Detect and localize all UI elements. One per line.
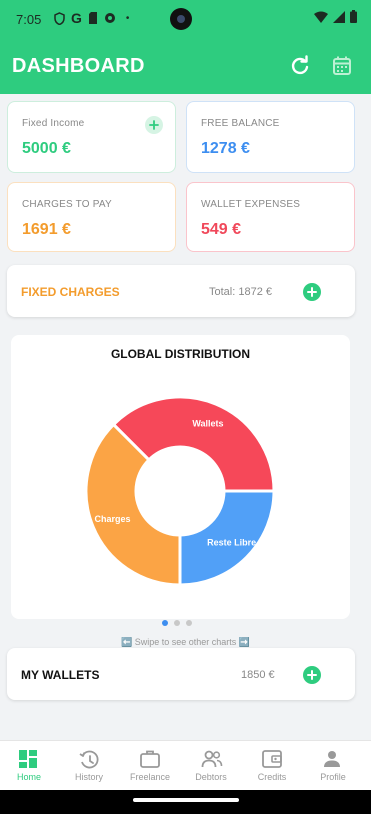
nav-label-freelance: Freelance [129,772,171,782]
nav-item-debtors[interactable]: Debtors [181,741,241,791]
android-icon [104,13,115,23]
refresh-icon [291,55,309,75]
nav-item-credits[interactable]: Credits [242,741,302,791]
free-balance-value: 1278 € [201,140,250,157]
page-dot[interactable] [162,620,168,626]
fixed-charges-row[interactable]: FIXED CHARGES Total: 1872 € [7,265,355,317]
status-dot: • [125,12,130,24]
free-balance-label: FREE BALANCE [201,118,280,129]
donut-label-charges: Charges [95,514,131,524]
nav-label-credits: Credits [257,772,287,782]
fixed-income-value: 5000 € [22,140,71,157]
add-fixed-charge-button[interactable] [303,283,321,301]
chart-pagination [162,620,192,626]
dashboard-icon [19,750,37,768]
wifi-icon [314,11,328,23]
bottom-navigation: Home History Freelance Debtors Credits P… [0,740,371,790]
plus-icon [307,670,317,680]
page-title: DASHBOARD [12,55,145,77]
charges-to-pay-value: 1691 € [22,221,71,238]
refresh-button[interactable] [288,54,312,78]
my-wallets-total: 1850 € [241,669,275,681]
my-wallets-title: MY WALLETS [21,668,100,682]
fixed-income-label: Fixed Income [22,118,85,129]
donut-label-reste-libre: Reste Libre [207,538,256,548]
nav-item-history[interactable]: History [59,741,119,791]
home-indicator[interactable] [133,798,239,802]
charges-to-pay-card[interactable]: CHARGES TO PAY 1691 € [7,182,176,252]
camera-cutout [170,8,192,30]
fixed-charges-total: Total: 1872 € [209,286,272,298]
nav-item-profile[interactable]: Profile [303,741,363,791]
nav-label-history: History [74,772,103,782]
status-system-icons [314,10,357,23]
person-icon [324,751,340,767]
sim-card-icon [88,12,97,24]
briefcase-icon [140,750,160,768]
app-screen: 7:05 G • DASHBOARD Fixed Income 5000 € F… [0,0,371,814]
nav-label-home: Home [16,772,41,782]
shield-icon [54,11,65,25]
status-time: 7:05 [16,12,42,27]
wallet-expenses-card[interactable]: WALLET EXPENSES 549 € [186,182,355,252]
status-bar: 7:05 G • [0,0,371,38]
donut-label-wallets: Wallets [192,419,223,429]
google-icon: G [71,10,82,26]
people-icon [201,750,223,768]
my-wallets-row[interactable]: MY WALLETS 1850 € [7,648,355,700]
plus-icon [149,120,159,130]
signal-icon [333,10,345,23]
wallet-expenses-label: WALLET EXPENSES [201,199,301,210]
add-wallet-button[interactable] [303,666,321,684]
nav-item-freelance[interactable]: Freelance [120,741,180,791]
nav-label-debtors: Debtors [195,772,227,782]
charges-to-pay-label: CHARGES TO PAY [22,199,112,210]
wallet-icon [262,750,282,768]
plus-icon [307,287,317,297]
status-notification-icons: G • [54,10,129,26]
battery-icon [350,10,357,23]
calendar-icon [333,56,351,75]
fixed-income-card[interactable]: Fixed Income 5000 € [7,101,176,173]
calendar-button[interactable] [330,54,354,78]
page-dot[interactable] [174,620,180,626]
global-distribution-chart-card[interactable]: GLOBAL DISTRIBUTION Wallets Reste Libre Ch… [11,335,350,619]
donut-chart: Wallets Reste Libre Charges [84,395,276,587]
nav-item-home[interactable]: Home [0,741,59,791]
app-header: DASHBOARD [0,38,371,94]
fixed-charges-title: FIXED CHARGES [21,285,120,299]
swipe-hint: ⬅️ Swipe to see other charts ➡️ [121,637,250,647]
nav-label-profile: Profile [320,772,346,782]
free-balance-card[interactable]: FREE BALANCE 1278 € [186,101,355,173]
wallet-expenses-value: 549 € [201,221,242,238]
add-income-button[interactable] [145,116,163,134]
gesture-bar [0,790,371,814]
history-icon [79,750,99,769]
page-dot[interactable] [186,620,192,626]
